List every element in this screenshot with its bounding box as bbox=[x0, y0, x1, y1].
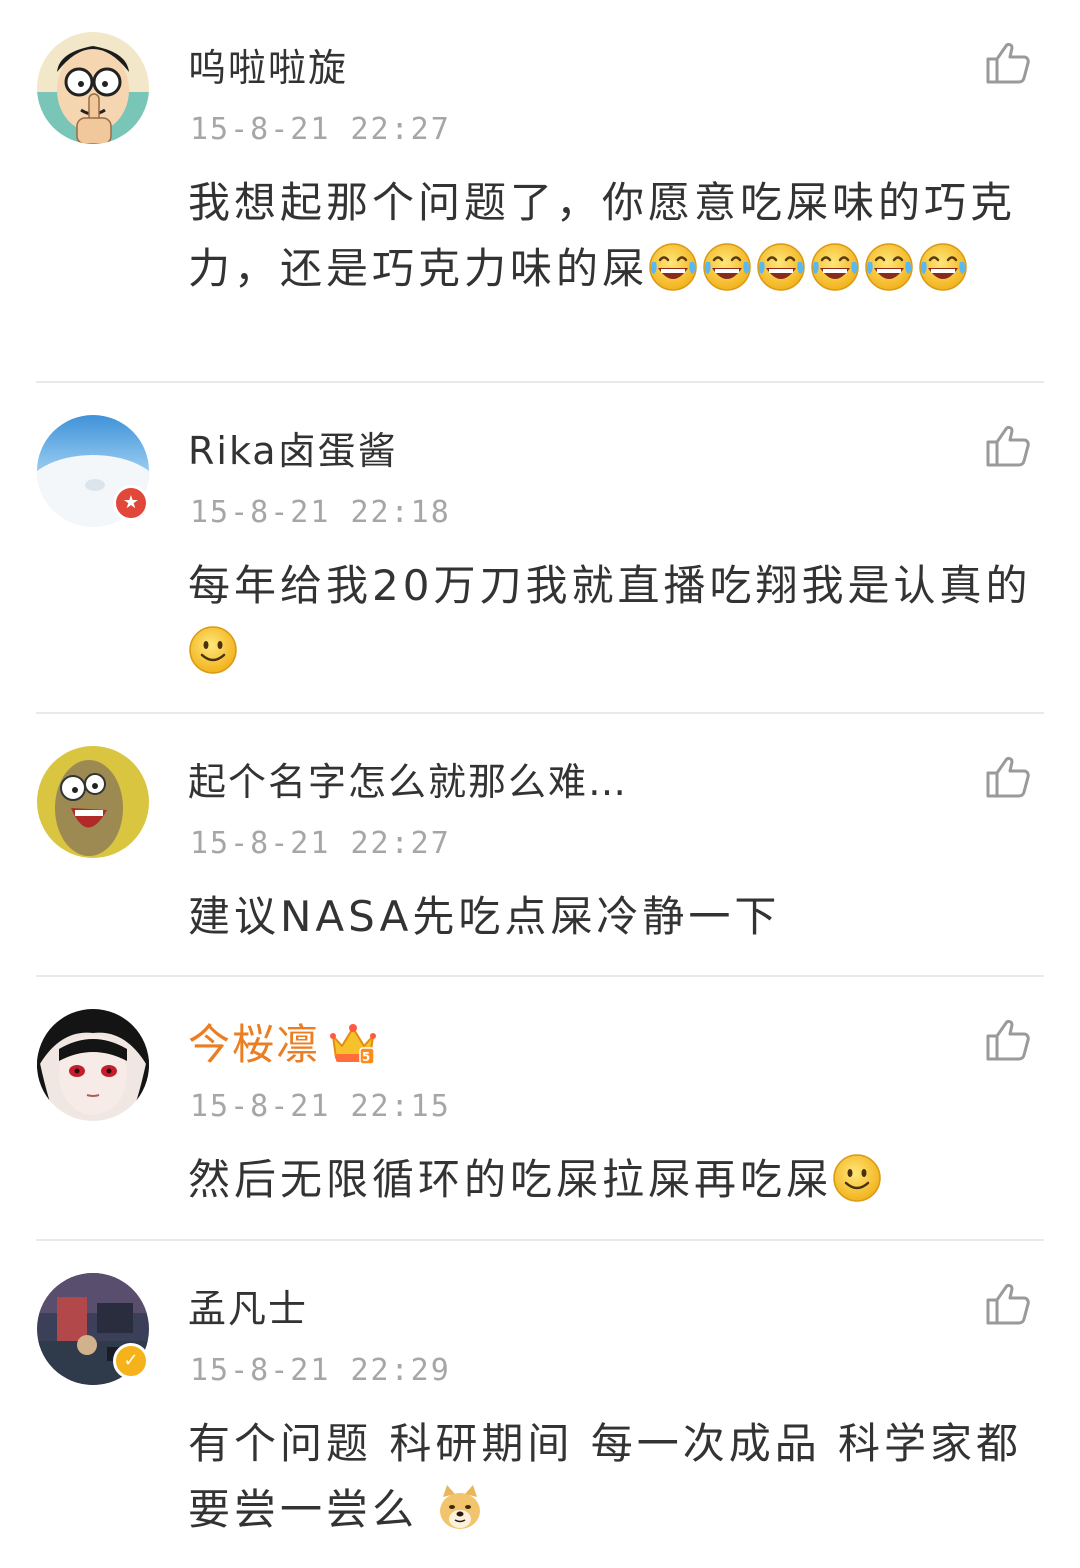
laugh-cry-emoji bbox=[756, 242, 806, 292]
thumbs-up-icon[interactable] bbox=[984, 1015, 1032, 1063]
username[interactable]: 今桜凛 5 bbox=[188, 1019, 377, 1071]
comment-text-body: 然后无限循环的吃屎拉屎再吃屎 bbox=[188, 1155, 833, 1204]
crown-vip-icon: 5 bbox=[330, 1023, 377, 1065]
laugh-cry-emoji bbox=[918, 242, 968, 292]
comment-item: ★ Rika卤蛋酱 15-8-21 22:18 每年给我20万刀我就直播吃翔我是… bbox=[0, 383, 1080, 714]
laugh-cry-emoji bbox=[864, 242, 914, 292]
thumbs-up-icon[interactable] bbox=[984, 421, 1032, 469]
svg-text:5: 5 bbox=[362, 1050, 372, 1064]
avatar[interactable]: ★ bbox=[37, 415, 149, 527]
doge-emoji bbox=[435, 1483, 485, 1533]
username-text: 今桜凛 bbox=[188, 1020, 321, 1069]
comment-text-body: 有个问题 科研期间 每一次成品 科学家都要尝一尝么 bbox=[188, 1419, 1023, 1534]
timestamp: 15-8-21 22:29 bbox=[190, 1353, 451, 1388]
comment-text: 建议NASA先吃点屎冷静一下 bbox=[188, 884, 1048, 950]
username[interactable]: 呜啦啦旋 bbox=[188, 42, 348, 94]
comment-text-body: 建议NASA先吃点屎冷静一下 bbox=[188, 892, 781, 941]
thumbs-up-icon[interactable] bbox=[984, 752, 1032, 800]
thumbs-up-icon[interactable] bbox=[984, 38, 1032, 86]
username[interactable]: 起个名字怎么就那么难… bbox=[188, 756, 628, 808]
comment-text-body: 每年给我20万刀我就直播吃翔我是认真的 bbox=[188, 561, 1032, 610]
timestamp: 15-8-21 22:27 bbox=[190, 826, 451, 861]
laugh-cry-emoji bbox=[810, 242, 860, 292]
comment-text: 有个问题 科研期间 每一次成品 科学家都要尝一尝么 bbox=[188, 1411, 1048, 1543]
avatar[interactable]: ✓ bbox=[37, 1273, 149, 1385]
username[interactable]: 孟凡士 bbox=[188, 1283, 308, 1335]
smile-emoji bbox=[188, 625, 238, 675]
avatar[interactable] bbox=[37, 32, 149, 144]
laugh-cry-emoji bbox=[648, 242, 698, 292]
comment-text: 然后无限循环的吃屎拉屎再吃屎 bbox=[188, 1147, 1048, 1213]
laugh-cry-emoji bbox=[702, 242, 752, 292]
timestamp: 15-8-21 22:27 bbox=[190, 112, 451, 147]
timestamp: 15-8-21 22:15 bbox=[190, 1089, 451, 1124]
avatar[interactable] bbox=[37, 1009, 149, 1121]
timestamp: 15-8-21 22:18 bbox=[190, 495, 451, 530]
smile-emoji bbox=[832, 1153, 882, 1203]
comment-text: 每年给我20万刀我就直播吃翔我是认真的 bbox=[188, 553, 1048, 685]
comment-item: ✓ 孟凡士 15-8-21 22:29 有个问题 科研期间 每一次成品 科学家都… bbox=[0, 1241, 1080, 1568]
comment-item: 今桜凛 5 15-8-21 22:15 然后无限循环的吃屎拉屎再吃屎 bbox=[0, 977, 1080, 1241]
comment-item: 起个名字怎么就那么难… 15-8-21 22:27 建议NASA先吃点屎冷静一下 bbox=[0, 714, 1080, 977]
comment-list: 呜啦啦旋 15-8-21 22:27 我想起那个问题了，你愿意吃屎味的巧克力，还… bbox=[0, 0, 1080, 1568]
username[interactable]: Rika卤蛋酱 bbox=[188, 425, 398, 477]
comment-text: 我想起那个问题了，你愿意吃屎味的巧克力，还是巧克力味的屎 bbox=[188, 170, 1048, 302]
comment-item: 呜啦啦旋 15-8-21 22:27 我想起那个问题了，你愿意吃屎味的巧克力，还… bbox=[0, 0, 1080, 383]
avatar[interactable] bbox=[37, 746, 149, 858]
red-star-badge-icon: ★ bbox=[113, 485, 149, 521]
verified-v-badge-icon: ✓ bbox=[113, 1343, 149, 1379]
thumbs-up-icon[interactable] bbox=[984, 1279, 1032, 1327]
